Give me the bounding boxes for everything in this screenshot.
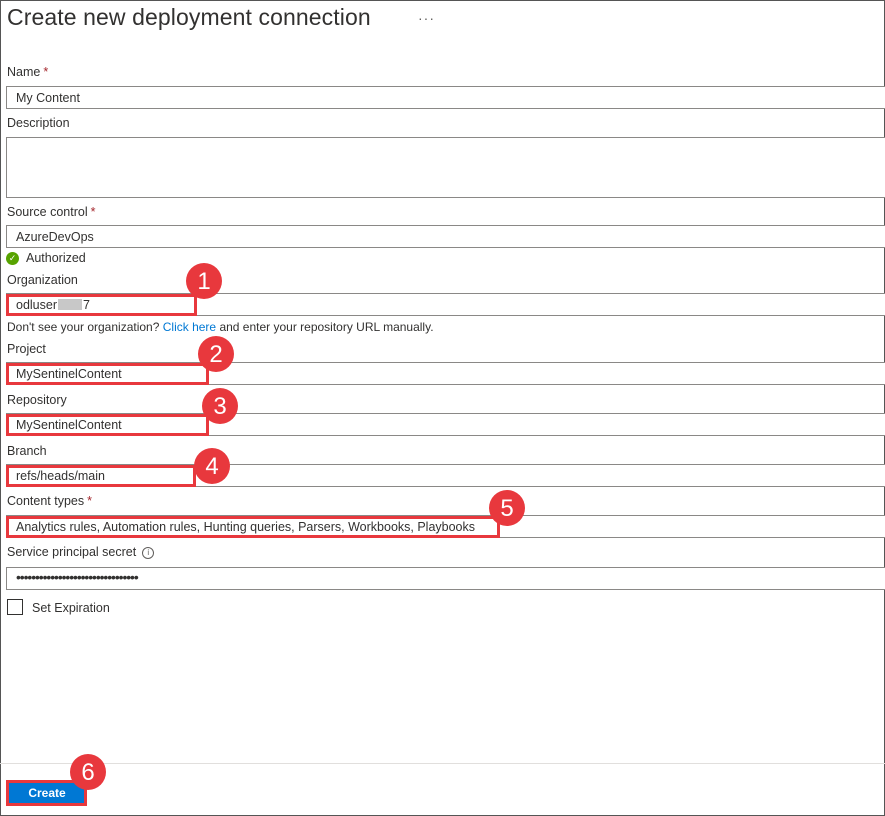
set-expiration-checkbox[interactable] bbox=[7, 599, 23, 615]
description-textarea[interactable] bbox=[6, 137, 885, 198]
name-input[interactable]: My Content bbox=[6, 86, 885, 109]
source-control-label: Source control * bbox=[7, 205, 96, 219]
project-label: Project bbox=[7, 342, 46, 356]
callout-badge-1: 1 bbox=[186, 263, 222, 299]
highlight-project bbox=[6, 363, 209, 385]
set-expiration-label: Set Expiration bbox=[32, 601, 110, 615]
dialog-panel bbox=[0, 0, 885, 816]
organization-label: Organization bbox=[7, 273, 78, 287]
callout-badge-2: 2 bbox=[198, 336, 234, 372]
callout-badge-5: 5 bbox=[489, 490, 525, 526]
name-label: Name * bbox=[7, 65, 49, 79]
branch-label: Branch bbox=[7, 444, 47, 458]
authorized-status: ✓ Authorized bbox=[6, 251, 86, 265]
secret-input[interactable]: •••••••••••••••••••••••••••••••• bbox=[6, 567, 885, 590]
source-control-dropdown[interactable]: AzureDevOps bbox=[6, 225, 885, 248]
repository-label: Repository bbox=[7, 393, 67, 407]
callout-badge-4: 4 bbox=[194, 448, 230, 484]
callout-badge-3: 3 bbox=[202, 388, 238, 424]
secret-label: Service principal secret i bbox=[7, 545, 155, 559]
callout-badge-6: 6 bbox=[70, 754, 106, 790]
check-circle-icon: ✓ bbox=[6, 251, 19, 265]
highlight-organization bbox=[6, 294, 197, 316]
content-types-label: Content types * bbox=[7, 494, 93, 508]
more-options-icon[interactable]: ··· bbox=[418, 10, 435, 26]
highlight-repository bbox=[6, 414, 209, 436]
organization-hint: Don't see your organization? Click here … bbox=[7, 320, 434, 334]
click-here-link[interactable]: Click here bbox=[163, 320, 216, 334]
page-title: Create new deployment connection bbox=[7, 4, 371, 30]
authorized-text: Authorized bbox=[26, 251, 86, 265]
highlight-branch bbox=[6, 465, 196, 487]
info-icon[interactable]: i bbox=[142, 547, 155, 559]
footer-divider bbox=[0, 763, 885, 764]
highlight-content-types bbox=[6, 516, 500, 538]
description-label: Description bbox=[7, 116, 70, 130]
